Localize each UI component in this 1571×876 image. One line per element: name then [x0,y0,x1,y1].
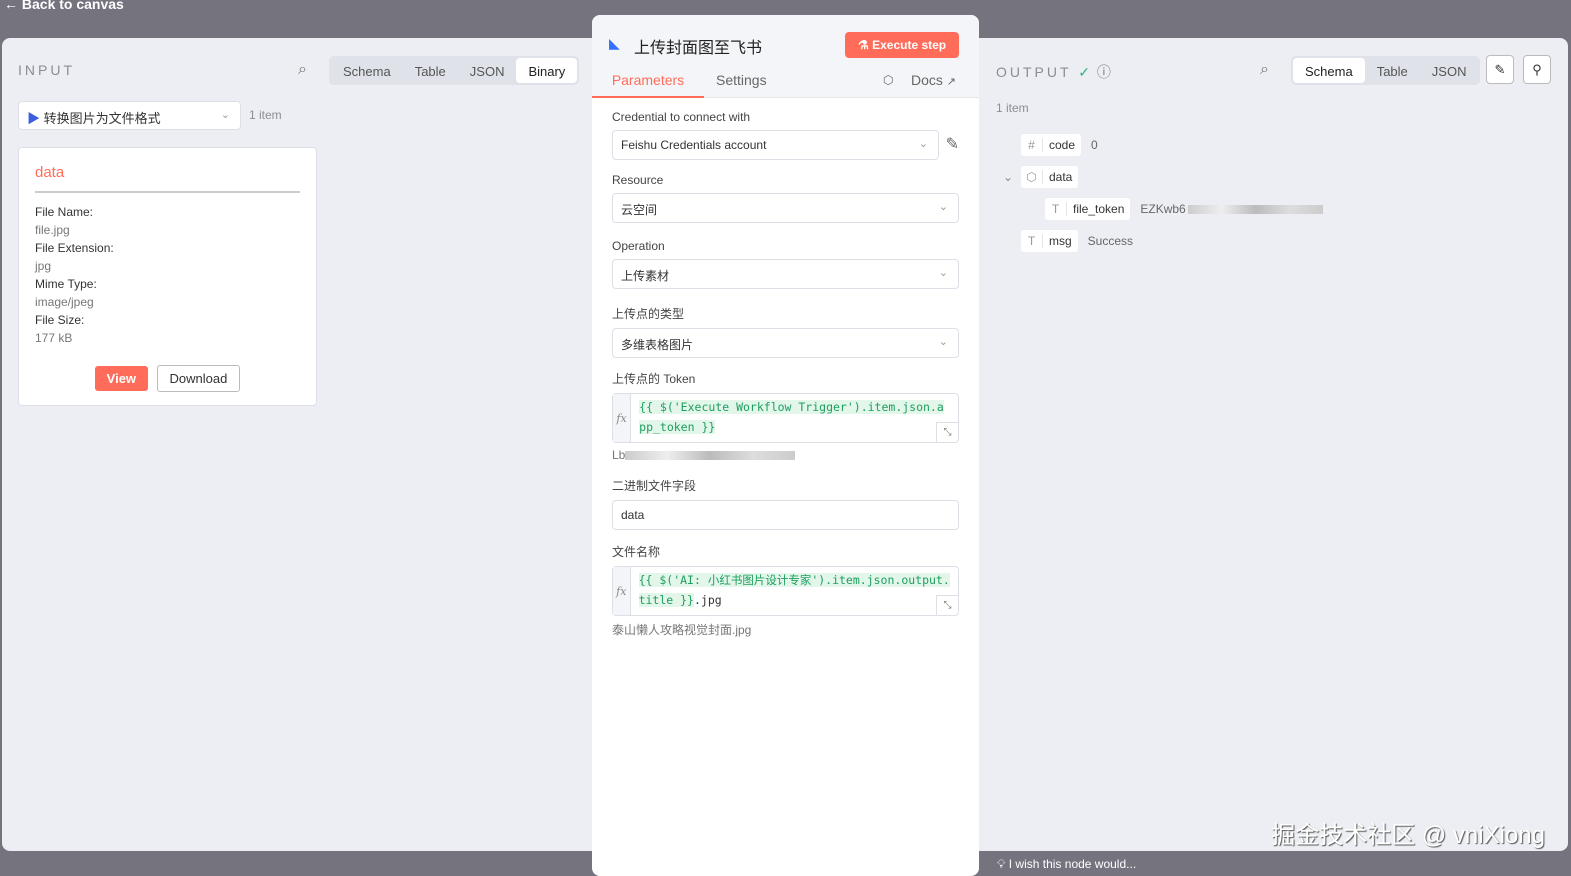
pin-icon[interactable]: ⚲ [1523,55,1551,84]
binary-field: 二进制文件字段 data [612,477,959,530]
schema-field-pill[interactable]: ⬡ data [1021,166,1079,188]
field-label: Operation [612,239,665,253]
filename-field: 文件名称 fx{{ $('AI: 小红书图片设计专家').item.json.o… [612,543,959,638]
search-icon[interactable]: ⌕ [298,61,307,79]
field-label: Credential to connect with [612,110,751,124]
parent-type-select[interactable]: 多维表格图片 ⌄ [612,328,959,358]
operation-field: Operation 上传素材 ⌄ [612,239,959,289]
output-title: OUTPUT ✓ ⓘ [996,64,1111,80]
tab-json[interactable]: JSON [1420,58,1479,83]
chevron-down-icon: ⌄ [938,201,948,213]
info-icon[interactable]: ⓘ [1097,64,1111,80]
token-field: 上传点的 Token fx{{ $('Execute Workflow Trig… [612,370,959,462]
schema-field-pill[interactable]: # code [1021,134,1082,156]
download-button[interactable]: Download [156,365,241,392]
tab-schema[interactable]: Schema [1293,58,1365,83]
feishu-logo-icon: ◣ [609,35,620,51]
execute-step-button[interactable]: ⚗ Execute step [845,32,960,58]
input-item-count: 1 item [249,108,282,122]
external-link-icon: ↗ [946,76,957,88]
node-header: ◣ 上传封面图至飞书 ⚗ Execute step Parameters Set… [592,15,979,98]
tab-table[interactable]: Table [1365,58,1420,83]
tab-schema[interactable]: Schema [331,58,403,83]
node-settings-panel: ◣ 上传封面图至飞书 ⚗ Execute step Parameters Set… [592,15,979,876]
field-value: file.jpg [35,223,70,237]
field-label: 文件名称 [612,545,661,559]
chevron-down-icon: ⌄ [938,267,948,279]
file-convert-icon: ▶ [27,111,41,126]
chevron-down-icon: ⌄ [938,336,948,348]
flask-icon: ⚗ [858,38,873,52]
edit-pencil-icon[interactable]: ✎ [1486,55,1514,84]
schema-field-pill[interactable]: Tmsg [1021,230,1078,252]
field-label: 二进制文件字段 [612,479,697,493]
credential-select[interactable]: Feishu Credentials account ⌄ [612,130,939,160]
edit-pencil-icon[interactable]: ✎ [946,134,959,154]
field-value: 177 kB [35,331,73,345]
token-expression-input[interactable]: fx{{ $('Execute Workflow Trigger').item.… [612,393,959,443]
search-icon[interactable]: ⌕ [1260,61,1269,79]
input-title: INPUT [18,62,75,78]
tab-table[interactable]: Table [403,58,458,83]
expand-icon[interactable]: ⤡ [936,595,958,615]
tab-parameters[interactable]: Parameters [592,65,704,98]
binary-field-input[interactable]: data [612,500,959,530]
chevron-down-icon[interactable]: ⌄ [1003,170,1021,184]
watermark: 掘金技术社区 @ vniXiong [1271,822,1545,849]
fx-icon: fx [613,394,632,442]
field-label: File Extension: [35,241,114,255]
string-type-icon: T [1021,234,1043,248]
field-label: Mime Type: [35,277,97,291]
tab-binary[interactable]: Binary [516,58,578,83]
field-value: jpg [35,259,52,273]
binary-data-card: data File Name: file.jpg File Extension: j… [18,147,317,406]
schema-row: # code 0 [1021,134,1098,156]
field-label: File Size: [35,313,85,327]
docs-link[interactable]: Docs ↗ [911,72,956,88]
schema-row: Tmsg Success [1021,230,1133,252]
success-check-icon: ✓ [1078,64,1090,80]
cube-icon: ⬡ [883,73,894,87]
field-label: Resource [612,173,664,187]
lightbulb-icon: 💡︎ [997,857,1006,871]
schema-row: ⌄ ⬡ data [1003,166,1079,188]
view-button[interactable]: View [94,366,149,391]
arrow-left-icon: ← [4,0,22,12]
parent-type-field: 上传点的类型 多维表格图片 ⌄ [612,305,959,358]
expand-icon[interactable]: ⤡ [936,422,958,442]
resource-select[interactable]: 云空间 ⌄ [612,193,959,223]
string-type-icon: T [1045,202,1067,216]
node-title[interactable]: 上传封面图至飞书 [634,34,762,58]
expression-preview: Lb [612,448,959,462]
feedback-link[interactable]: 💡︎ I wish this node would... [997,857,1136,872]
filename-expression-input[interactable]: fx{{ $('AI: 小红书图片设计专家').item.json.output… [612,566,959,616]
chevron-down-icon: ⌄ [220,109,230,121]
field-label: 上传点的 Token [612,372,696,386]
chevron-down-icon: ⌄ [918,138,928,150]
output-item-count: 1 item [996,101,1029,115]
tab-settings[interactable]: Settings [716,72,767,88]
fx-icon: fx [613,567,631,615]
field-value: image/jpeg [35,295,94,309]
number-type-icon: # [1021,138,1043,152]
schema-row: Tfile_token EZKwb6 [1045,198,1323,220]
blurred-value [1187,204,1323,214]
output-tabs: Schema Table JSON [1291,56,1481,85]
tab-json[interactable]: JSON [458,58,517,83]
expression-preview: 泰山懒人攻略视觉封面.jpg [612,623,752,637]
field-label: File Name: [35,205,94,219]
schema-field-pill[interactable]: Tfile_token [1045,198,1131,220]
back-to-canvas-link[interactable]: ← Back to canvas [4,0,124,12]
input-node-select[interactable]: ▶ 转换图片为文件格式 ⌄ [18,101,241,130]
card-title: data [35,164,300,193]
resource-field: Resource 云空间 ⌄ [612,173,959,223]
credential-field: Credential to connect with Feishu Creden… [612,110,959,160]
field-label: 上传点的类型 [612,307,685,321]
object-type-icon: ⬡ [1021,170,1043,184]
input-tabs: Schema Table JSON Binary [329,56,580,85]
operation-select[interactable]: 上传素材 ⌄ [612,259,959,289]
output-panel [970,38,1568,851]
